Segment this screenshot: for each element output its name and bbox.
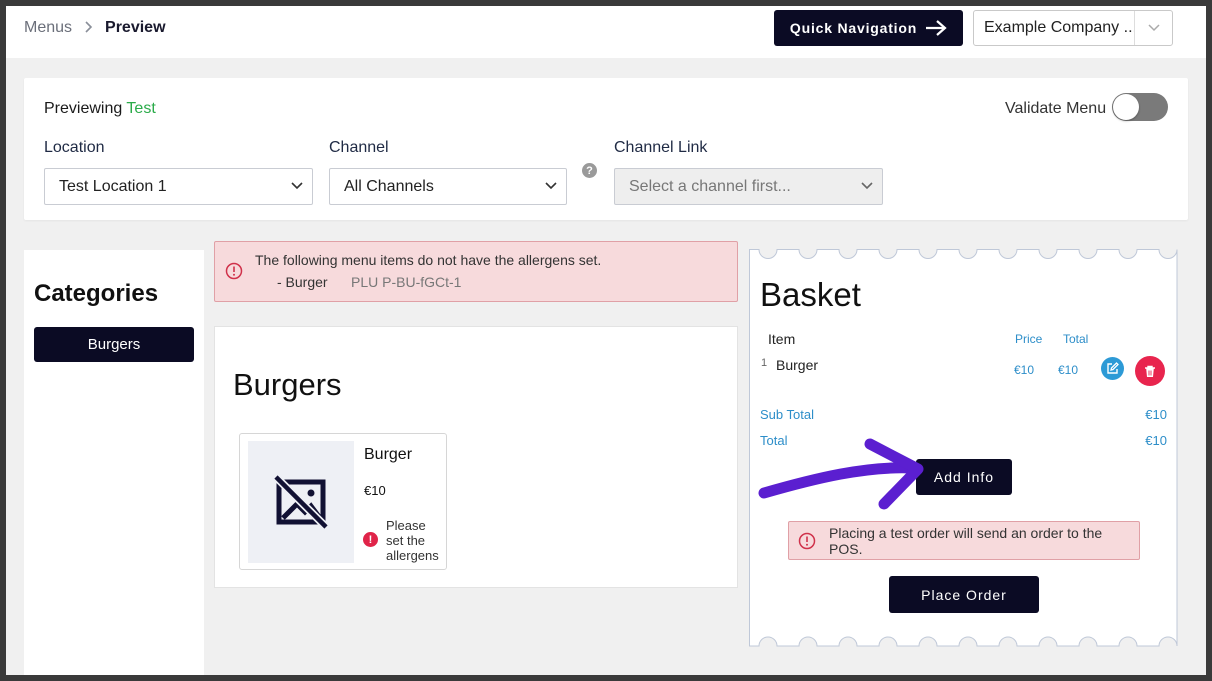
app-frame: Menus Preview Quick Navigation Example C…: [6, 6, 1206, 675]
help-icon[interactable]: ?: [582, 163, 597, 178]
channel-select[interactable]: All Channels: [329, 168, 567, 205]
category-burgers-button[interactable]: Burgers: [34, 327, 194, 362]
test-order-warning-text: Placing a test order will send an order …: [829, 524, 1103, 557]
previewing-title: Previewing Test: [44, 100, 156, 118]
breadcrumb-current: Preview: [105, 19, 166, 36]
breadcrumb-menus-link[interactable]: Menus: [24, 19, 72, 37]
basket-line-total: €10: [1058, 363, 1079, 377]
place-order-button[interactable]: Place Order: [889, 576, 1039, 613]
location-label: Location: [44, 139, 105, 156]
total-label: Total: [760, 433, 788, 448]
allergen-warning-alert: The following menu items do not have the…: [214, 241, 738, 302]
chevron-right-icon: [84, 20, 93, 37]
basket-line-price: €10: [1014, 363, 1035, 377]
chevron-down-icon: [291, 182, 303, 190]
basket-line-name: Burger: [776, 357, 819, 373]
chevron-down-icon: [545, 182, 557, 190]
test-order-warning-alert: Placing a test order will send an order …: [788, 521, 1140, 560]
basket-column-price: Price: [1015, 332, 1043, 346]
alert-circle-icon: [798, 532, 816, 549]
channel-select-value: All Channels: [344, 177, 434, 195]
no-image-icon: [273, 474, 329, 530]
location-select[interactable]: Test Location 1: [44, 168, 313, 205]
arrow-right-icon: [926, 20, 947, 36]
allergen-warning-item: - Burger: [277, 274, 328, 290]
menu-item-price: €10: [364, 483, 386, 498]
subtotal-label: Sub Total: [760, 407, 814, 422]
basket-line-qty: 1: [761, 357, 768, 369]
total-value: €10: [1145, 433, 1167, 448]
subtotal-value: €10: [1145, 407, 1167, 422]
alert-circle-icon: [225, 262, 243, 280]
company-select-value: Example Company ...: [984, 19, 1134, 36]
allergen-warning-message: The following menu items do not have the…: [255, 252, 602, 268]
menu-items-panel: Burgers Burger €10 ! Please set the alle…: [214, 326, 738, 588]
allergen-warning-plu: PLU P-BU-fGCt-1: [351, 274, 462, 290]
menu-item-card[interactable]: Burger €10 ! Please set the allergens: [239, 433, 447, 570]
image-placeholder: [248, 441, 354, 563]
basket-column-item: Item: [768, 331, 796, 347]
channel-link-placeholder: Select a channel first...: [629, 177, 791, 195]
categories-title: Categories: [34, 280, 159, 307]
previewing-menu-name: Test: [126, 100, 156, 117]
menu-item-allergen-warning: Please set the allergens: [386, 518, 439, 563]
trash-icon: [1145, 365, 1155, 377]
preview-filters-panel: Previewing Test Validate Menu Location T…: [24, 78, 1188, 220]
channel-link-label: Channel Link: [614, 139, 708, 156]
chevron-down-icon: [1134, 11, 1172, 45]
validate-menu-label: Validate Menu: [1005, 100, 1107, 117]
company-select[interactable]: Example Company ...: [973, 10, 1173, 46]
add-info-button[interactable]: Add Info: [916, 459, 1012, 495]
channel-link-select: Select a channel first...: [614, 168, 883, 205]
toggle-knob: [1113, 94, 1139, 120]
edit-icon: [1107, 362, 1119, 374]
chevron-down-icon: [861, 182, 873, 190]
breadcrumb: Menus Preview: [24, 19, 166, 37]
top-bar: Menus Preview Quick Navigation Example C…: [6, 6, 1206, 58]
channel-label: Channel: [329, 139, 389, 156]
delete-line-button[interactable]: [1135, 356, 1165, 386]
basket-panel: Basket Item Price Total 1 Burger €10 €10…: [749, 249, 1178, 647]
validate-menu-toggle[interactable]: [1112, 93, 1168, 121]
basket-column-total: Total: [1063, 332, 1089, 346]
basket-title: Basket: [760, 276, 861, 313]
location-select-value: Test Location 1: [59, 177, 167, 195]
edit-line-button[interactable]: [1101, 357, 1124, 380]
exclamation-icon: !: [363, 532, 378, 547]
quick-navigation-button[interactable]: Quick Navigation: [774, 10, 963, 46]
previewing-label: Previewing: [44, 100, 123, 117]
categories-sidebar: Categories Burgers: [24, 250, 204, 675]
quick-navigation-label: Quick Navigation: [789, 20, 918, 36]
menu-item-name: Burger: [364, 446, 413, 463]
menu-category-heading: Burgers: [233, 367, 342, 402]
